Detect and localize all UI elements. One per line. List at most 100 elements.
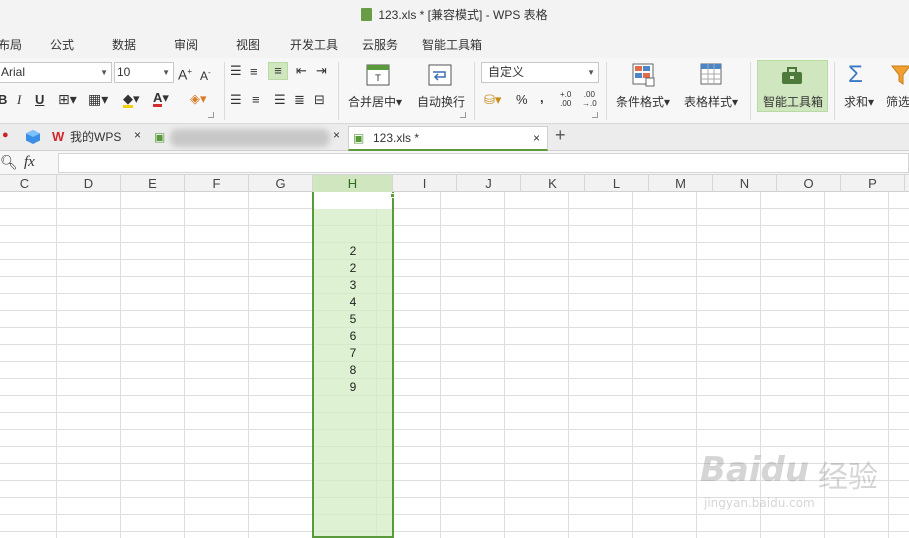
cell-h5[interactable]: 2 <box>314 260 392 277</box>
font-name-value: Arial <box>1 65 26 79</box>
align-top-icon[interactable]: ☰ <box>230 63 242 79</box>
increase-decimal-icon[interactable]: +.0.00 <box>560 90 571 108</box>
align-center-icon[interactable]: ≡ <box>252 92 260 108</box>
column-header-m[interactable]: M <box>649 175 713 192</box>
sum-button[interactable]: 求和▾ <box>844 93 874 110</box>
dialog-launcher-icon[interactable] <box>460 112 466 118</box>
wrap-text-button[interactable]: 自动换行 <box>417 93 465 110</box>
currency-icon[interactable]: ⛁▾ <box>484 92 501 108</box>
watermark-url: jingyan.baidu.com <box>704 496 815 510</box>
dialog-launcher-icon[interactable] <box>208 112 214 118</box>
column-header-h[interactable]: H <box>313 175 393 192</box>
column-header-e[interactable]: E <box>121 175 185 192</box>
align-bottom-icon[interactable]: ≡ <box>268 62 288 80</box>
column-header-l[interactable]: L <box>585 175 649 192</box>
blurred-tab-title <box>170 129 330 147</box>
cell-h11[interactable]: 8 <box>314 362 392 379</box>
column-header-n[interactable]: N <box>713 175 777 192</box>
menu-developer[interactable]: 开发工具 <box>290 36 338 53</box>
font-shrink-icon[interactable]: A- <box>200 65 211 84</box>
active-cell[interactable] <box>314 192 392 209</box>
menu-formulas[interactable]: 公式 <box>50 36 74 53</box>
bold-button[interactable]: B <box>0 92 7 108</box>
tab-123-xls[interactable]: ▣ 123.xls * × <box>348 126 548 151</box>
column-header-i[interactable]: I <box>393 175 457 192</box>
cell-h9[interactable]: 6 <box>314 328 392 345</box>
font-size-select[interactable]: 10 ▼ <box>114 62 174 83</box>
pin-icon[interactable]: ● <box>2 129 9 141</box>
toolbox-icon <box>782 67 802 84</box>
clear-format-icon[interactable]: ◈▾ <box>190 91 207 107</box>
chevron-down-icon: ▼ <box>587 68 595 77</box>
dialog-launcher-icon[interactable] <box>592 112 598 118</box>
watermark-brand: Baidu <box>700 450 810 490</box>
conditional-format-button[interactable]: 条件格式▾ <box>616 93 670 110</box>
border-icon[interactable]: ⊞▾ <box>58 91 77 107</box>
align-right-icon[interactable]: ☰ <box>274 92 286 108</box>
sum-label: 求和 <box>844 95 869 109</box>
menu-smart-toolbox[interactable]: 智能工具箱 <box>422 36 482 53</box>
comma-button[interactable]: , <box>540 90 544 106</box>
font-name-select[interactable]: Arial ▼ <box>0 62 112 83</box>
menu-data[interactable]: 数据 <box>112 36 136 53</box>
sum-icon[interactable]: Σ <box>848 62 863 88</box>
document-tabs-bar: ● W 我的WPS × ▣ × ▣ 123.xls * × + <box>0 124 909 151</box>
column-header-c[interactable]: C <box>0 175 57 192</box>
column-header-d[interactable]: D <box>57 175 121 192</box>
column-header-k[interactable]: K <box>521 175 585 192</box>
menu-review[interactable]: 审阅 <box>174 36 198 53</box>
font-grow-icon[interactable]: A+ <box>178 64 192 83</box>
menu-layout[interactable]: 布局 <box>0 36 22 53</box>
percent-button[interactable]: % <box>516 92 528 108</box>
distribute-icon[interactable]: ⊟ <box>314 92 325 108</box>
cell-h4[interactable]: 2 <box>314 243 392 260</box>
cell-h6[interactable]: 3 <box>314 277 392 294</box>
cell-h10[interactable]: 7 <box>314 345 392 362</box>
underline-button[interactable]: U <box>35 92 44 108</box>
merge-center-icon[interactable]: T <box>366 64 390 86</box>
cube-icon[interactable] <box>25 129 41 145</box>
cell-style-icon[interactable]: ▦▾ <box>88 91 108 107</box>
divider <box>338 62 339 120</box>
column-header-p[interactable]: P <box>841 175 905 192</box>
zoom-search-icon[interactable]: 🔍︎ <box>0 154 18 171</box>
cell-h8[interactable]: 5 <box>314 311 392 328</box>
close-icon[interactable]: × <box>134 128 141 142</box>
font-color-icon[interactable]: A▾ <box>153 90 169 107</box>
column-header-g[interactable]: G <box>249 175 313 192</box>
fx-button[interactable]: fx <box>24 154 35 171</box>
window-title: 123.xls * [兼容模式] - WPS 表格 <box>378 8 548 22</box>
wrap-text-icon[interactable] <box>428 64 452 86</box>
filter-icon[interactable] <box>891 64 909 86</box>
column-header-o[interactable]: O <box>777 175 841 192</box>
formula-input[interactable] <box>58 153 909 173</box>
table-style-button[interactable]: 表格样式▾ <box>684 93 738 110</box>
chevron-down-icon: ▼ <box>162 68 170 77</box>
conditional-format-icon[interactable] <box>632 63 656 87</box>
menu-cloud[interactable]: 云服务 <box>362 36 398 53</box>
divider <box>474 62 475 120</box>
fill-color-icon[interactable]: ◆▾ <box>123 91 140 108</box>
new-tab-button[interactable]: + <box>555 125 566 146</box>
number-format-value: 自定义 <box>488 65 525 79</box>
menu-view[interactable]: 视图 <box>236 36 260 53</box>
column-header-j[interactable]: J <box>457 175 521 192</box>
increase-indent-icon[interactable]: ⇥ <box>316 63 327 79</box>
close-icon[interactable]: × <box>533 127 540 149</box>
italic-button[interactable]: I <box>17 92 21 108</box>
table-style-icon[interactable] <box>700 63 724 87</box>
cell-h7[interactable]: 4 <box>314 294 392 311</box>
number-format-select[interactable]: 自定义 ▼ <box>481 62 599 83</box>
align-left-icon[interactable]: ☰ <box>230 92 242 108</box>
decrease-decimal-icon[interactable]: .00 →.0 <box>582 90 597 108</box>
filter-button[interactable]: 筛选 <box>886 93 909 110</box>
cell-h12[interactable]: 9 <box>314 379 392 396</box>
column-header-f[interactable]: F <box>185 175 249 192</box>
merge-center-button[interactable]: 合并居中▾ <box>348 93 402 110</box>
close-icon[interactable]: × <box>333 128 340 142</box>
justify-icon[interactable]: ≣ <box>294 92 305 108</box>
divider <box>834 62 835 120</box>
decrease-indent-icon[interactable]: ⇤ <box>296 63 307 79</box>
fill-handle[interactable] <box>390 193 395 198</box>
align-middle-icon[interactable]: ≡ <box>250 64 258 80</box>
